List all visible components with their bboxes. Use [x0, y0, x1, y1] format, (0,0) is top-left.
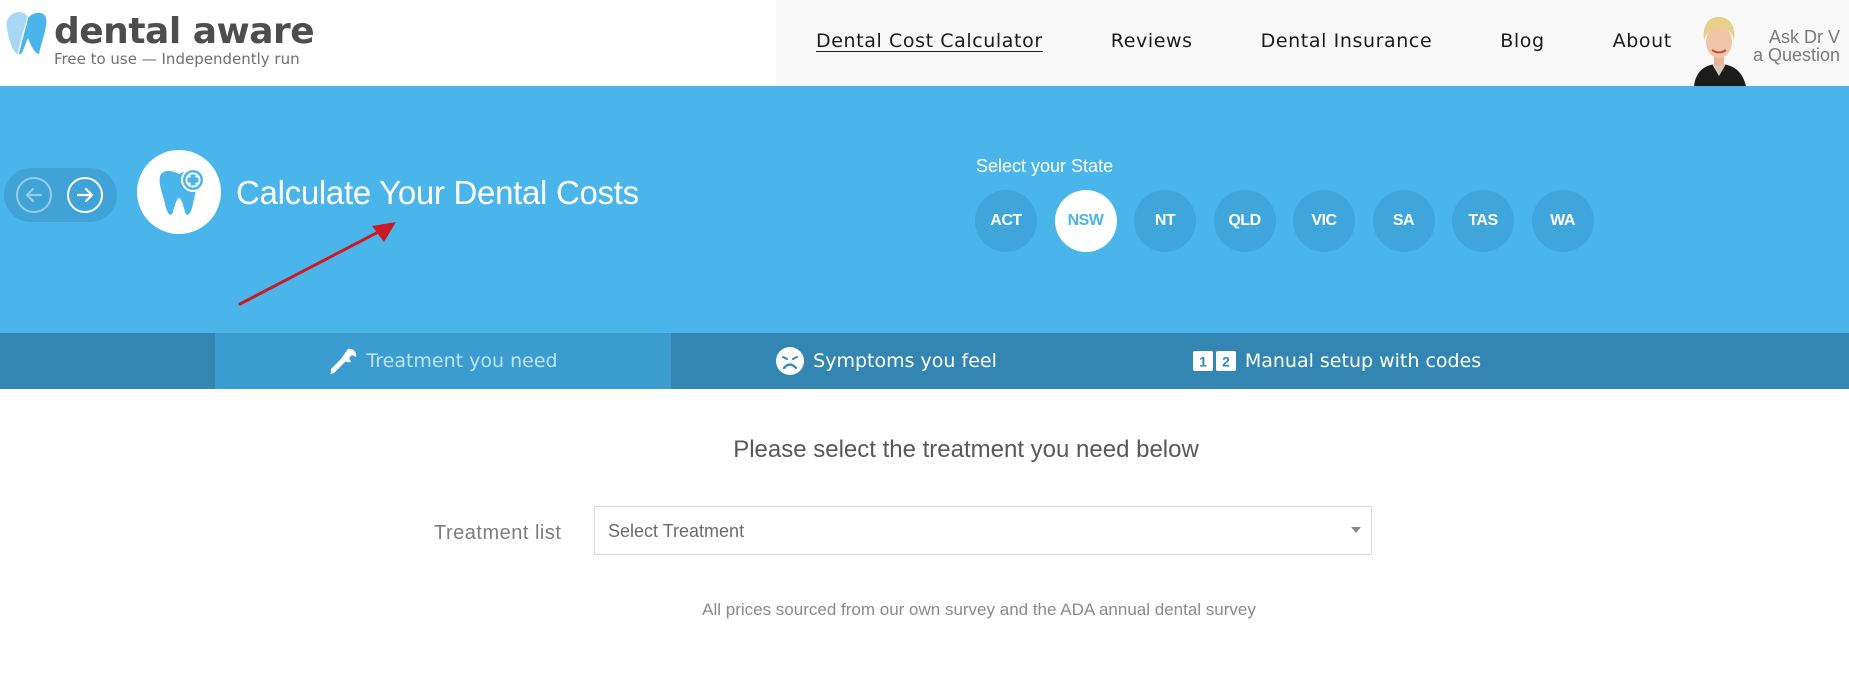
state-qld[interactable]: QLD — [1213, 190, 1276, 252]
state-label: Select your State — [976, 156, 1114, 176]
sad-face-icon — [775, 346, 805, 376]
state-act[interactable]: ACT — [975, 190, 1037, 252]
tooth-plus-icon — [159, 168, 205, 215]
prev-button[interactable] — [16, 177, 52, 213]
state-sa[interactable]: SA — [1372, 190, 1435, 252]
calculator-tabs: Treatment you need Symptoms you feel 12 … — [0, 333, 1849, 389]
tab-symptoms[interactable]: Symptoms you feel — [775, 333, 997, 389]
svg-text:1: 1 — [1199, 354, 1207, 370]
logo-tagline: Free to use — Independently run — [54, 50, 300, 68]
tab-symptoms-label: Symptoms you feel — [813, 350, 997, 372]
treatment-list-label: Treatment list — [434, 522, 562, 544]
state-vic[interactable]: VIC — [1293, 190, 1355, 252]
nav-blog[interactable]: Blog — [1500, 30, 1544, 52]
main-nav: Dental Cost Calculator Reviews Dental In… — [816, 30, 1740, 52]
state-selector: ACT NSW NT QLD VIC SA TAS WA — [975, 190, 1611, 252]
price-source-note: All prices sourced from our own survey a… — [702, 600, 1256, 619]
doctor-avatar[interactable] — [1690, 14, 1748, 86]
nav-about[interactable]: About — [1613, 30, 1672, 52]
wrench-icon — [328, 347, 358, 375]
treatment-select-value: Select Treatment — [608, 521, 745, 541]
nav-reviews[interactable]: Reviews — [1111, 30, 1193, 52]
nav-dental-insurance[interactable]: Dental Insurance — [1261, 30, 1433, 52]
tab-manual-codes[interactable]: 12 Manual setup with codes — [1192, 333, 1482, 389]
tab-manual-label: Manual setup with codes — [1244, 350, 1482, 372]
page-title: Calculate Your Dental Costs — [236, 174, 639, 211]
tab-treatment-label: Treatment you need — [366, 350, 558, 372]
red-arrow-annotation — [238, 222, 396, 306]
state-tas[interactable]: TAS — [1452, 190, 1514, 252]
chevron-down-icon — [1351, 527, 1361, 533]
nav-dental-cost-calculator[interactable]: Dental Cost Calculator — [816, 30, 1043, 52]
tooth-logo-icon — [6, 11, 47, 55]
ask-dr-v-link[interactable]: Ask Dr V a Question — [1748, 28, 1840, 64]
svg-text:2: 2 — [1222, 354, 1230, 370]
logo-name: dental aware — [54, 11, 315, 52]
hero-badge — [137, 150, 221, 234]
state-wa[interactable]: WA — [1531, 190, 1594, 252]
arrow-left-icon — [25, 187, 43, 203]
tab-treatment[interactable]: Treatment you need — [215, 333, 671, 389]
numbers-12-icon: 12 — [1192, 350, 1237, 372]
pager — [4, 168, 117, 222]
ask-line-1: Ask Dr V — [1768, 27, 1840, 47]
calculator-hero: Calculate Your Dental Costs Select your … — [0, 86, 1849, 333]
arrow-right-icon — [76, 187, 94, 203]
site-header: dental aware Free to use — Independently… — [0, 0, 1849, 86]
site-logo[interactable]: dental aware Free to use — Independently… — [6, 10, 315, 70]
ask-line-2: a Question — [1752, 45, 1840, 65]
content-heading: Please select the treatment you need bel… — [733, 436, 1199, 463]
state-nsw[interactable]: NSW — [1054, 190, 1117, 252]
next-button[interactable] — [67, 177, 103, 213]
treatment-select[interactable]: Select Treatment — [594, 506, 1372, 555]
state-nt[interactable]: NT — [1134, 190, 1196, 252]
